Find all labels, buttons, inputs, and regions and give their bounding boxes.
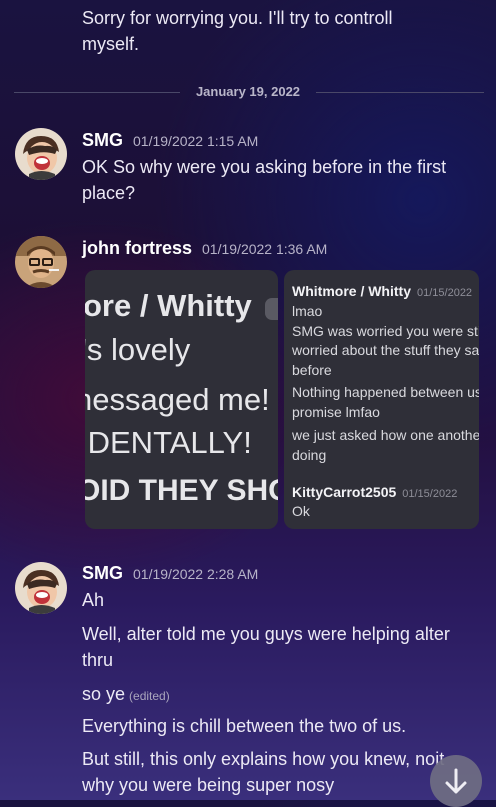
screenshot-line: doing xyxy=(292,446,327,463)
screenshot-message-text: we just asked how one another doing xyxy=(292,426,479,465)
avatar-smg[interactable] xyxy=(15,128,67,180)
jump-to-latest-button[interactable] xyxy=(430,755,482,807)
message-line: myself. xyxy=(82,34,140,54)
cropped-line: IDENTALLY! xyxy=(85,425,252,460)
message-text: OK So why were you asking before in the … xyxy=(82,154,446,206)
image-attachment-cropped[interactable]: ore / Whitty 's lovely nessaged me! IDEN… xyxy=(85,270,278,529)
screenshot-author: KittyCarrot2505 xyxy=(292,484,397,500)
cropped-timestamp-fragment xyxy=(265,298,278,320)
cropped-line: ore / Whitty xyxy=(85,288,252,323)
cropped-line: 's lovely xyxy=(85,332,191,367)
message-line: OK So why were you asking before in the … xyxy=(82,157,447,177)
screenshot-line: Nothing happened between us xyxy=(292,384,479,400)
message-line: why you were being super nosy xyxy=(82,775,335,795)
screenshot-author: Whitmore / Whitty xyxy=(292,283,411,299)
screenshot-message-text: lmao SMG was worried you were sti worrie… xyxy=(292,302,479,380)
message-text: so ye (edited) xyxy=(82,681,170,709)
message-line: place? xyxy=(82,183,136,203)
author-name[interactable]: john fortress xyxy=(82,238,192,258)
message-text: Ah xyxy=(82,587,104,613)
message-line: But still, this only explains how you kn… xyxy=(82,749,445,769)
screenshot-line: worried about the stuff they sa xyxy=(292,342,479,358)
screenshot-line: promise lmfao xyxy=(292,403,380,420)
screenshot-date: 01/15/2022 xyxy=(402,488,458,500)
message-line: Everything is chill between the two of u… xyxy=(82,716,407,736)
message-line: Ah xyxy=(82,590,105,610)
cropped-line: OID THEY SHO xyxy=(85,474,278,507)
screenshot-message-text: Nothing happened between us promise lmfa… xyxy=(292,383,479,422)
screenshot-message-header: KittyCarrot2505 01/15/2022 xyxy=(292,484,457,502)
author-name[interactable]: SMG xyxy=(82,130,123,150)
screenshot-line: Ok xyxy=(292,503,310,519)
cropped-line: nessaged me! xyxy=(85,382,270,417)
screenshot-line: lmao xyxy=(292,303,323,319)
edited-label: (edited) xyxy=(129,689,170,703)
screenshot-date: 01/15/2022 xyxy=(417,287,473,299)
message-line: so ye xyxy=(82,684,126,704)
message-timestamp: 01/19/2022 1:36 AM xyxy=(202,241,328,257)
author-name[interactable]: SMG xyxy=(82,563,123,583)
message-line: Sorry for worrying you. I'll try to cont… xyxy=(82,8,393,28)
message-header: SMG 01/19/2022 1:15 AM xyxy=(82,130,258,151)
message-line: Well, alter told me you guys were helpin… xyxy=(82,624,450,644)
date-divider: January 19, 2022 xyxy=(195,84,301,99)
screenshot-line: we just asked how one another xyxy=(292,427,479,443)
avatar-john-fortress[interactable] xyxy=(15,236,67,288)
message-header: SMG 01/19/2022 2:28 AM xyxy=(82,563,258,584)
image-attachment-chat-screenshot[interactable]: Whitmore / Whitty 01/15/2022 lmao SMG was… xyxy=(284,270,479,529)
message-text: But still, this only explains how you kn… xyxy=(82,746,444,798)
previous-message-text: Sorry for worrying you. I'll try to cont… xyxy=(82,5,393,57)
message-text: Well, alter told me you guys were helpin… xyxy=(82,621,450,673)
screenshot-line: before xyxy=(292,361,332,378)
screenshot-message-header: Whitmore / Whitty 01/15/2022 xyxy=(292,283,472,301)
arrow-down-icon xyxy=(445,768,467,794)
screenshot-message-text: Ok xyxy=(292,502,310,522)
message-header: john fortress 01/19/2022 1:36 AM xyxy=(82,238,327,259)
avatar-smg[interactable] xyxy=(15,562,67,614)
message-timestamp: 01/19/2022 2:28 AM xyxy=(133,566,259,582)
message-line: thru xyxy=(82,650,114,670)
message-timestamp: 01/19/2022 1:15 AM xyxy=(133,133,259,149)
message-text: Everything is chill between the two of u… xyxy=(82,713,406,739)
screenshot-line: SMG was worried you were sti xyxy=(292,322,479,339)
